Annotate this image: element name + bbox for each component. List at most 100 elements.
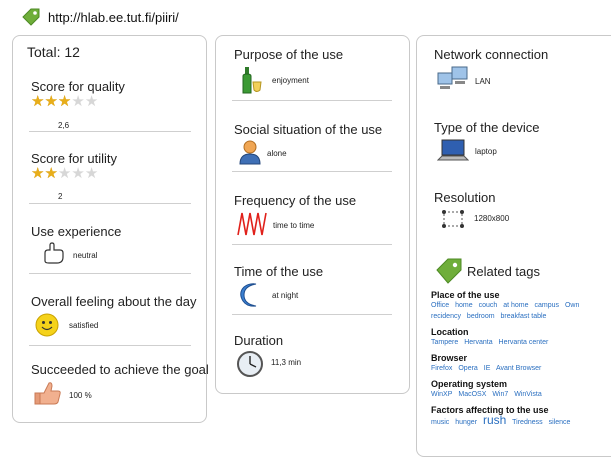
purpose-title: Purpose of the use xyxy=(234,47,344,62)
resolution-value: 1280x800 xyxy=(474,214,510,223)
total-count: Total: 12 xyxy=(27,44,80,60)
tag-link[interactable]: Tampere xyxy=(431,339,458,346)
tag-link[interactable]: home xyxy=(455,302,473,309)
tag-link[interactable]: Avant Browser xyxy=(496,365,541,372)
tag-group-heading: Operating system xyxy=(431,379,508,389)
moon-icon xyxy=(240,283,257,307)
goal-title: Succeeded to achieve the goal xyxy=(31,362,209,377)
tag-link[interactable]: Tiredness xyxy=(512,419,542,426)
network-title: Network connection xyxy=(434,47,549,62)
tag-group-heading: Factors affecting to the use xyxy=(431,405,549,415)
hand-icon xyxy=(44,242,64,264)
related-tags-title: Related tags xyxy=(467,264,540,279)
network-computers-icon xyxy=(437,66,468,89)
star-icon: ★ xyxy=(44,93,58,110)
tag-group: Office home couch at home campus Own rec… xyxy=(431,300,611,322)
quality-value: 2,6 xyxy=(58,121,70,130)
star-icon: ★ xyxy=(71,165,85,182)
social-value: alone xyxy=(267,149,287,158)
divider xyxy=(29,203,191,204)
frequency-wave-icon xyxy=(237,212,267,236)
purpose-value: enjoyment xyxy=(272,76,309,85)
divider xyxy=(232,171,392,172)
feeling-title: Overall feeling about the day xyxy=(31,294,197,309)
quality-title: Score for quality xyxy=(31,79,125,94)
time-value: at night xyxy=(272,291,299,300)
divider xyxy=(232,314,392,315)
tag-link[interactable]: Hervanta center xyxy=(499,339,549,346)
duration-value: 11,3 min xyxy=(271,358,302,367)
experience-value: neutral xyxy=(73,251,98,260)
network-value: LAN xyxy=(475,77,491,86)
page-url[interactable]: http://hlab.ee.tut.fi/piiri/ xyxy=(48,10,179,25)
star-icon: ★ xyxy=(57,165,72,182)
star-icon: ★ xyxy=(71,93,85,110)
tag-icon xyxy=(436,258,462,284)
tag-link[interactable]: rush xyxy=(483,413,506,427)
divider xyxy=(232,100,392,101)
related-tags-list: Place of the use Office home couch at ho… xyxy=(431,290,611,428)
resolution-title: Resolution xyxy=(434,190,496,205)
device-title: Type of the device xyxy=(434,120,540,135)
star-icon: ★ xyxy=(57,93,72,110)
frequency-title: Frequency of the use xyxy=(234,193,357,208)
tag-link[interactable]: WinXP xyxy=(431,391,452,398)
experience-title: Use experience xyxy=(31,224,122,239)
tag-link[interactable]: breakfast table xyxy=(501,313,547,320)
tag-link[interactable]: silence xyxy=(549,419,571,426)
tag-link[interactable]: bedroom xyxy=(467,313,495,320)
bottle-icon xyxy=(242,67,262,94)
context-panel: Purpose of the use enjoyment Social situ… xyxy=(215,35,410,394)
tag-link[interactable]: music xyxy=(431,419,449,426)
tag-group-heading: Browser xyxy=(431,353,468,363)
tag-link[interactable]: hunger xyxy=(455,419,477,426)
tag-link[interactable]: Own xyxy=(565,302,579,309)
duration-title: Duration xyxy=(234,333,284,348)
social-title: Social situation of the use xyxy=(234,122,383,137)
star-icon: ★ xyxy=(84,165,99,182)
quality-stars: ★ ★ ★ ★ ★ xyxy=(31,94,98,110)
frequency-value: time to time xyxy=(273,221,315,230)
star-icon: ★ xyxy=(44,165,58,182)
clock-icon xyxy=(237,351,263,377)
utility-value: 2 xyxy=(58,192,63,201)
technical-panel: Network connection LAN Type of the devic… xyxy=(416,35,611,457)
url-bar: http://hlab.ee.tut.fi/piiri/ xyxy=(20,6,179,28)
tag-group-heading: Place of the use xyxy=(431,290,500,300)
tag-link[interactable]: Office xyxy=(431,302,449,309)
person-icon xyxy=(239,140,261,165)
goal-value: 100 % xyxy=(69,391,92,400)
tag-link[interactable]: recidency xyxy=(431,313,461,320)
tag-link[interactable]: WinVista xyxy=(514,391,542,398)
thumbs-up-icon xyxy=(34,382,61,405)
tag-link[interactable]: Hervanta xyxy=(464,339,492,346)
laptop-icon xyxy=(437,139,469,161)
tag-group-heading: Location xyxy=(431,327,469,337)
divider xyxy=(29,131,191,132)
tag-link[interactable]: Win7 xyxy=(492,391,508,398)
tag-group: music hunger rush Tiredness silence xyxy=(431,413,611,428)
divider xyxy=(29,273,191,274)
tag-group: Firefox Opera IE Avant Browser xyxy=(431,363,611,374)
tag-link[interactable]: campus xyxy=(534,302,559,309)
utility-stars: ★ ★ ★ ★ ★ xyxy=(31,166,98,182)
tag-link[interactable]: Opera xyxy=(458,365,477,372)
tag-link[interactable]: IE xyxy=(484,365,491,372)
smiley-icon xyxy=(35,313,59,337)
tag-link[interactable]: MacOSX xyxy=(458,391,486,398)
feeling-value: satisfied xyxy=(69,321,99,330)
divider xyxy=(232,244,392,245)
time-title: Time of the use xyxy=(234,264,324,279)
divider xyxy=(29,345,191,346)
tag-icon xyxy=(22,8,40,26)
tag-link[interactable]: at home xyxy=(503,302,528,309)
star-icon: ★ xyxy=(31,93,45,110)
utility-title: Score for utility xyxy=(31,151,117,166)
tag-group: Tampere Hervanta Hervanta center xyxy=(431,337,611,348)
tag-link[interactable]: Firefox xyxy=(431,365,452,372)
summary-panel: Total: 12 Score for quality ★ ★ ★ ★ ★ 2,… xyxy=(12,35,209,423)
tag-link[interactable]: couch xyxy=(479,302,498,309)
star-icon: ★ xyxy=(31,165,45,182)
tag-group: WinXP MacOSX Win7 WinVista xyxy=(431,389,611,400)
resolution-icon xyxy=(442,210,464,228)
